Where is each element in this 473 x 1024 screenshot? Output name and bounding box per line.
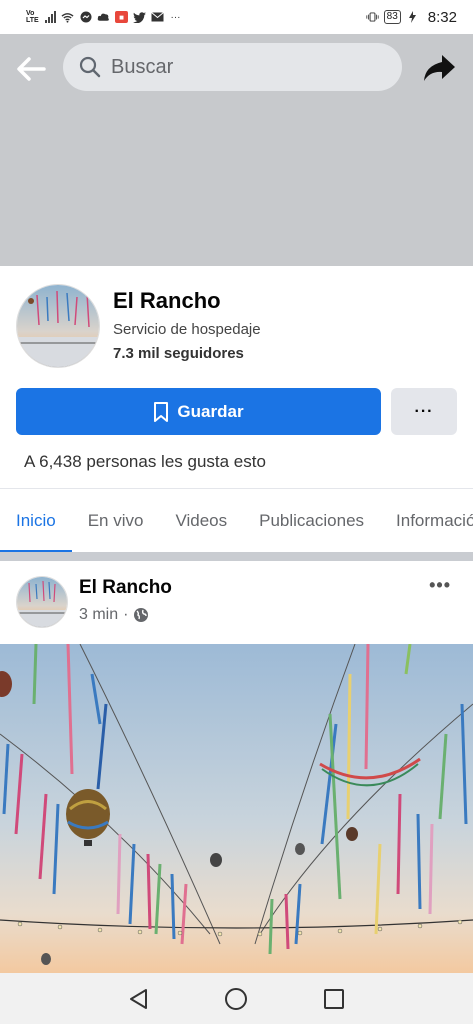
battery-level: 83 [383, 10, 401, 24]
post-time[interactable]: 3 min [79, 606, 118, 624]
app-notification-icon: ■ [115, 11, 128, 23]
page-avatar[interactable] [16, 284, 100, 368]
twitter-icon [133, 11, 146, 23]
more-notifications-icon: ··· [170, 11, 181, 23]
post-author-avatar[interactable] [16, 576, 68, 628]
post-meta-separator: · [123, 606, 129, 623]
post-menu-button[interactable]: ••• [429, 575, 451, 596]
section-divider [0, 552, 473, 561]
nav-home-button[interactable] [221, 984, 251, 1014]
vibrate-icon [366, 11, 379, 23]
nav-recents-button[interactable] [319, 984, 349, 1014]
system-nav-bar [0, 973, 473, 1024]
mail-icon [151, 11, 164, 23]
post-card: El Rancho 3 min · ••• [0, 561, 473, 973]
back-button[interactable] [14, 52, 48, 86]
page-name: El Rancho [113, 288, 221, 313]
search-icon [79, 56, 101, 78]
share-icon [424, 55, 455, 81]
page-profile: El Rancho Servicio de hospedaje 7.3 mil … [0, 266, 473, 488]
share-button[interactable] [421, 50, 457, 86]
save-button-label: Guardar [177, 401, 244, 421]
wifi-icon [61, 11, 74, 23]
page-likes: A 6,438 personas les gusta esto [24, 452, 266, 471]
nav-home-icon [225, 987, 248, 1010]
page-followers[interactable]: 7.3 mil seguidores [113, 345, 244, 362]
tab-inicio[interactable]: Inicio [0, 489, 72, 552]
tab-publicaciones[interactable]: Publicaciones [243, 489, 380, 552]
tab-informacion[interactable]: Información [380, 489, 473, 552]
back-arrow-icon [17, 57, 46, 81]
post-author-name[interactable]: El Rancho [79, 577, 172, 599]
page-category: Servicio de hospedaje [113, 321, 261, 338]
page-tabs: Inicio En vivo Videos Publicaciones Info… [0, 488, 473, 552]
status-right: 83 8:32 [366, 9, 457, 26]
messenger-icon [79, 11, 92, 23]
bookmark-icon [154, 401, 169, 422]
nav-back-button[interactable] [124, 984, 154, 1014]
tab-en-vivo[interactable]: En vivo [72, 489, 160, 552]
search-bar[interactable] [63, 43, 402, 91]
post-meta: 3 min · [79, 606, 149, 624]
nav-recents-icon [324, 988, 345, 1009]
nav-back-icon [129, 988, 147, 1009]
signal-icon [45, 11, 56, 23]
status-bar: Vo LTE ■ ··· 83 8:32 [0, 0, 473, 34]
tab-videos[interactable]: Videos [159, 489, 243, 552]
post-image[interactable] [0, 644, 473, 973]
clock: 8:32 [427, 8, 457, 26]
save-button[interactable]: Guardar [16, 388, 381, 435]
more-options-label: ··· [414, 402, 434, 420]
network-label: Vo LTE [26, 10, 39, 24]
charging-icon [406, 11, 419, 23]
globe-icon [134, 608, 149, 622]
cover-photo [0, 34, 473, 266]
cloud-icon [97, 11, 110, 23]
status-left: Vo LTE ■ ··· [26, 10, 182, 24]
more-options-button[interactable]: ··· [391, 388, 457, 435]
search-input[interactable] [111, 55, 361, 79]
